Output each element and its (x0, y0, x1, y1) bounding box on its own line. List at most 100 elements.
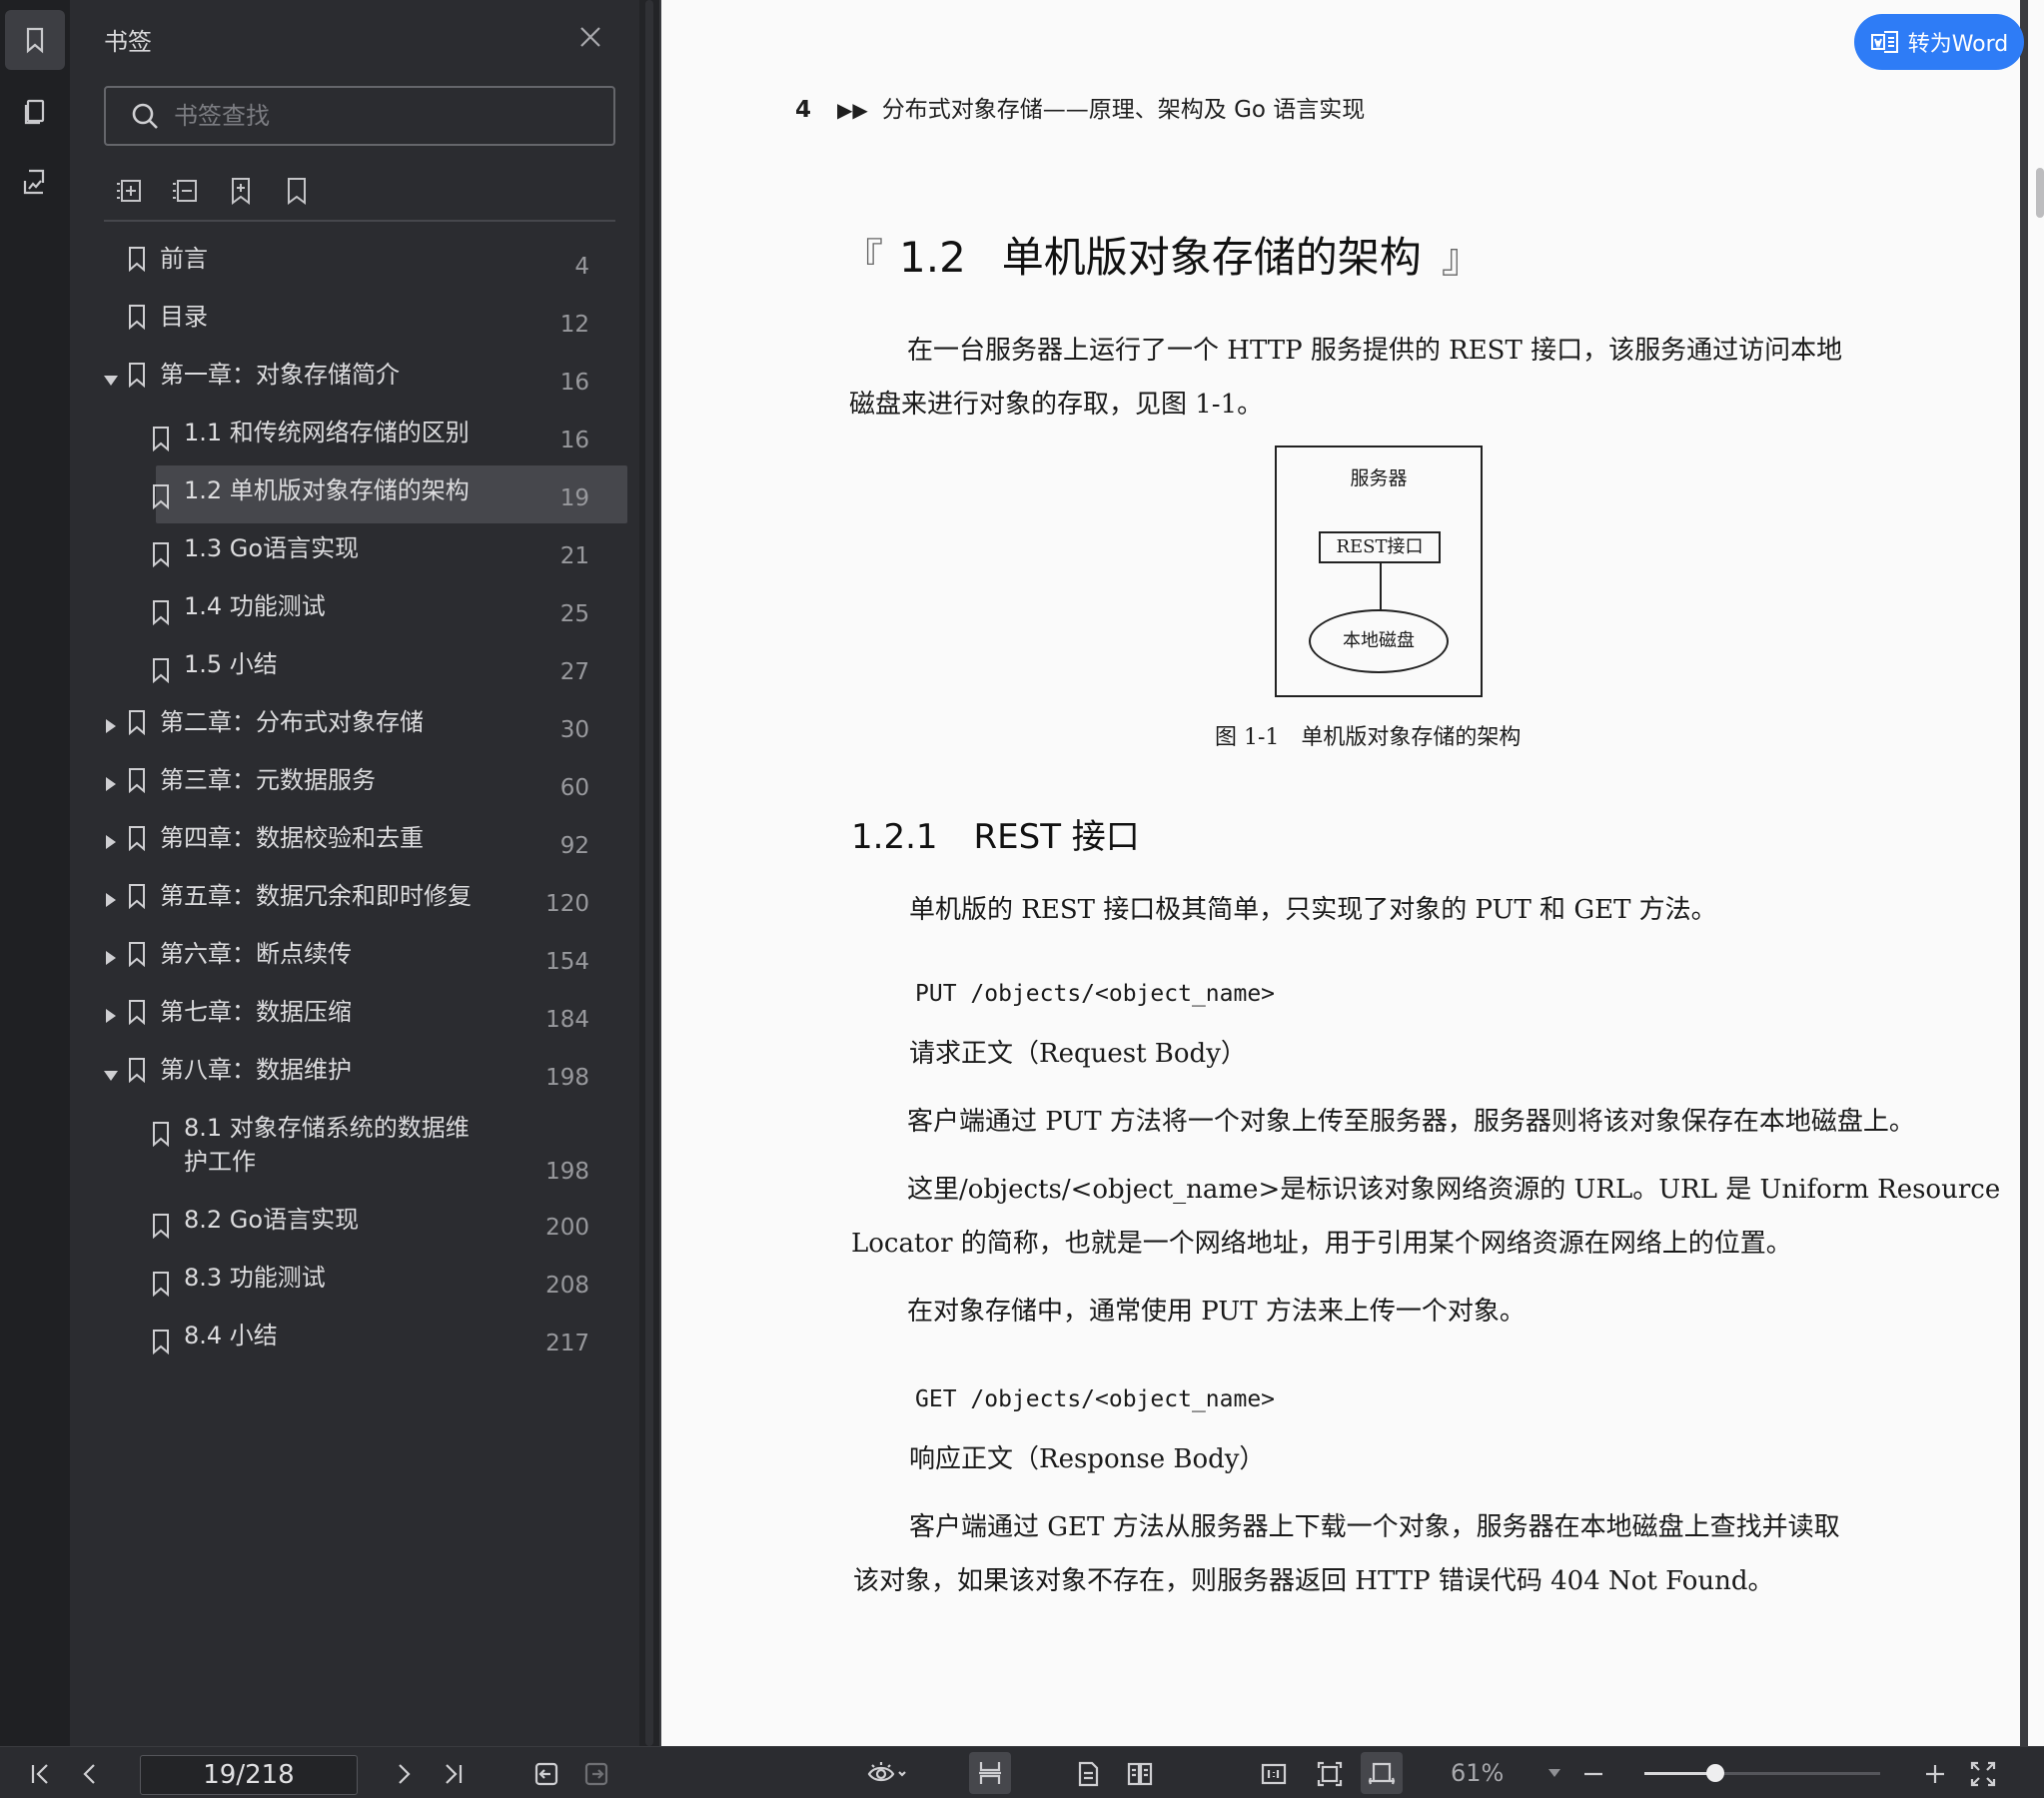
fit-page-icon (1317, 1761, 1343, 1787)
document-scroll-thumb[interactable] (2036, 168, 2044, 218)
bookmark-page-number: 198 (545, 1065, 589, 1091)
bookmark-toolbar (104, 170, 615, 222)
paragraph-5-line-2: Locator 的简称，也就是一个网络地址，用于引用某个网络资源在网络上的位置。 (851, 1229, 1792, 1259)
expand-all-button[interactable] (114, 176, 148, 210)
bookmark-label: 8.4 小结 (184, 1322, 278, 1349)
heading-bracket-open: 『 (843, 236, 883, 282)
heading-bracket-close: 』 (1441, 236, 1482, 282)
bookmark-icon (152, 1271, 170, 1298)
back-icon (534, 1762, 558, 1786)
forward-button[interactable] (579, 1757, 613, 1791)
back-button[interactable] (529, 1757, 563, 1791)
bookmark-page-number: 154 (545, 949, 589, 975)
bookmark-label: 第三章：元数据服务 (160, 766, 376, 794)
bookmark-page-number: 198 (545, 1159, 589, 1185)
panel-scroll-thumb[interactable] (645, 0, 653, 1746)
bookmark-label: 1.3 Go语言实现 (184, 534, 360, 562)
page-number-input[interactable]: 19/218 (140, 1755, 358, 1795)
single-page-icon (1078, 1761, 1099, 1787)
collapse-toggle-icon[interactable] (104, 376, 118, 386)
collapse-all-button[interactable] (170, 176, 204, 210)
bookmark-search-box[interactable] (104, 86, 615, 146)
convert-to-word-button[interactable]: 转为Word (1854, 14, 2024, 70)
paragraph-5-line-1: 这里/objects/<object_name>是标识该对象网络资源的 URL。… (907, 1175, 2001, 1205)
expand-toggle-icon[interactable] (106, 835, 116, 849)
bookmark-item[interactable]: 前言 4 (80, 240, 639, 296)
zoom-slider[interactable] (1644, 1764, 1880, 1782)
bookmark-item[interactable]: 1.3 Go语言实现 21 (80, 529, 639, 585)
next-page-button[interactable] (386, 1757, 420, 1791)
bookmark-item[interactable]: 目录 12 (80, 298, 639, 354)
actual-size-button[interactable] (1257, 1757, 1291, 1791)
two-page-button[interactable] (1123, 1757, 1157, 1791)
bookmark-label: 1.5 小结 (184, 650, 278, 678)
first-page-icon (31, 1764, 48, 1784)
bookmark-item[interactable]: 1.1 和传统网络存储的区别 16 (80, 414, 639, 469)
first-page-button[interactable] (24, 1757, 58, 1791)
header-arrow: ▶▶ (837, 98, 868, 122)
two-page-icon (1127, 1762, 1153, 1786)
annotations-tab-button[interactable] (5, 152, 65, 212)
zoom-level-text[interactable]: 61% (1451, 1759, 1504, 1787)
figure-caption: 图 1-1 单机版对象存储的架构 (1215, 725, 1522, 750)
eye-protection-button[interactable] (859, 1757, 915, 1791)
figure-connector (1380, 563, 1382, 611)
bookmark-page-number: 12 (559, 312, 589, 338)
zoom-dropdown-caret[interactable] (1548, 1769, 1560, 1777)
expand-toggle-icon[interactable] (106, 719, 116, 733)
bookmarks-tab-button[interactable] (5, 10, 65, 70)
collapse-toggle-icon[interactable] (104, 1071, 118, 1081)
minus-icon (1584, 1772, 1602, 1776)
bookmark-item[interactable]: 8.2 Go语言实现 200 (80, 1201, 639, 1257)
bookmark-label: 8.3 功能测试 (184, 1264, 326, 1292)
bookmark-item[interactable]: 第二章：分布式对象存储 30 (80, 703, 639, 759)
bookmark-item[interactable]: 第七章：数据压缩 184 (80, 993, 639, 1049)
last-page-button[interactable] (436, 1757, 470, 1791)
fit-width-button[interactable] (1361, 1752, 1403, 1794)
bookmark-item[interactable]: 1.2 单机版对象存储的架构 19 (80, 465, 639, 527)
expand-toggle-icon[interactable] (106, 777, 116, 791)
bookmark-icon (128, 767, 146, 794)
bookmark-search-input[interactable] (174, 102, 573, 130)
delete-bookmark-button[interactable] (282, 176, 316, 210)
zoom-slider-handle[interactable] (1705, 1764, 1724, 1782)
header-page-number: 4 (795, 97, 812, 123)
bookmark-icon (128, 825, 146, 852)
zoom-out-button[interactable] (1576, 1757, 1610, 1791)
bookmark-item[interactable]: 第三章：元数据服务 60 (80, 761, 639, 817)
expand-toggle-icon[interactable] (106, 951, 116, 965)
bookmark-item[interactable]: 8.3 功能测试 208 (80, 1259, 639, 1315)
bookmark-item[interactable]: 第一章：对象存储简介 16 (80, 356, 639, 412)
subsection-title: REST 接口 (973, 817, 1140, 857)
add-bookmark-button[interactable] (226, 176, 260, 210)
zoom-in-button[interactable] (1918, 1757, 1952, 1791)
close-icon[interactable] (577, 24, 603, 50)
thumbnails-tab-button[interactable] (5, 82, 65, 142)
expand-toggle-icon[interactable] (106, 893, 116, 907)
continuous-scroll-button[interactable] (969, 1752, 1011, 1794)
single-page-button[interactable] (1071, 1757, 1105, 1791)
bookmark-icon (152, 483, 170, 510)
bookmark-item[interactable]: 第五章：数据冗余和即时修复 120 (80, 877, 639, 933)
bookmark-item[interactable]: 第四章：数据校验和去重 92 (80, 819, 639, 875)
bookmark-page-number: 19 (559, 485, 589, 511)
expand-toggle-icon[interactable] (106, 1009, 116, 1023)
bookmark-icon (128, 941, 146, 968)
bookmark-item[interactable]: 8.1 对象存储系统的数据维 护工作 198 (80, 1109, 639, 1185)
panel-scrollbar[interactable] (639, 0, 659, 1746)
bookmark-item[interactable]: 8.4 小结 217 (80, 1317, 639, 1372)
fit-page-button[interactable] (1313, 1757, 1347, 1791)
bookmark-item[interactable]: 第六章：断点续传 154 (80, 935, 639, 991)
bookmark-icon (26, 27, 44, 54)
collapse-all-icon (173, 180, 197, 202)
continuous-scroll-icon (979, 1762, 1001, 1784)
document-scrollbar[interactable] (2028, 0, 2044, 1746)
fullscreen-button[interactable] (1966, 1757, 2000, 1791)
bookmark-item[interactable]: 1.5 小结 27 (80, 645, 639, 701)
bookmark-icon (152, 1213, 170, 1240)
bookmark-item[interactable]: 1.4 功能测试 25 (80, 587, 639, 643)
paragraph-3: 请求正文（Request Body） (909, 1039, 1247, 1069)
bookmark-item[interactable]: 第八章：数据维护 198 (80, 1051, 639, 1107)
bookmark-icon (128, 883, 146, 910)
previous-page-button[interactable] (74, 1757, 108, 1791)
